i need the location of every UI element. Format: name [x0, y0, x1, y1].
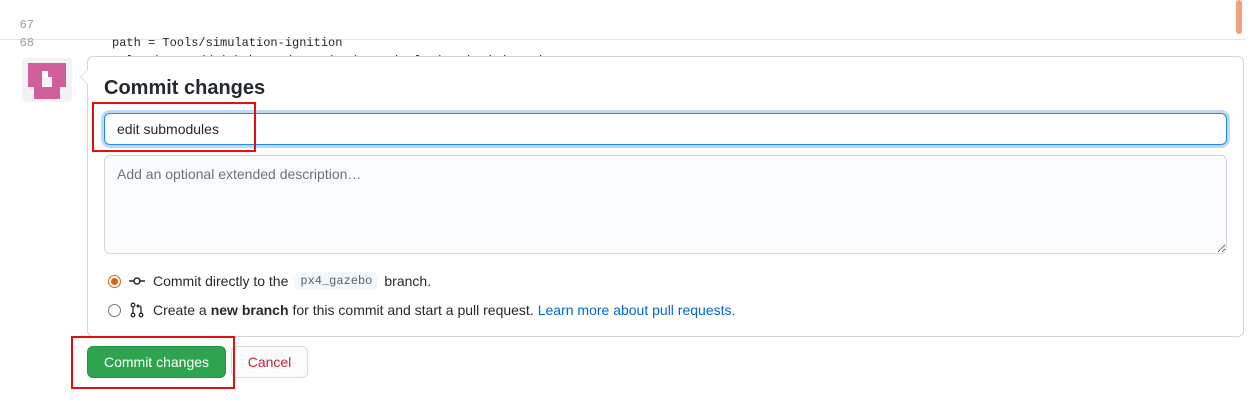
line-number: 68	[19, 36, 34, 50]
new-branch-radio[interactable]	[108, 303, 121, 317]
cancel-button[interactable]: Cancel	[231, 346, 308, 378]
commit-description-input[interactable]	[104, 155, 1227, 254]
commit-direct-label: Commit directly to the	[153, 273, 289, 289]
avatar[interactable]	[22, 58, 72, 102]
branch-name: px4_gazebo	[294, 272, 379, 290]
git-commit-icon	[129, 277, 145, 285]
code-line: 68 url = https://github.com/Auterion/px4…	[0, 16, 1230, 68]
new-branch-option[interactable]: Create a new branch for this commit and …	[108, 300, 735, 320]
new-branch-bold: new branch	[210, 302, 289, 318]
code-preview: 67 path = Tools/simulation-ignition 68 u…	[0, 0, 1245, 68]
commit-changes-button[interactable]: Commit changes	[87, 346, 226, 378]
commit-form-title: Commit changes	[104, 77, 266, 99]
learn-more-link[interactable]: Learn more about pull requests.	[538, 302, 736, 318]
git-pull-request-icon	[130, 302, 144, 318]
scrollbar-thumb[interactable]	[1236, 0, 1242, 34]
commit-direct-option[interactable]: Commit directly to the px4_gazebo branch…	[108, 271, 431, 291]
commit-summary-input[interactable]	[104, 113, 1227, 145]
commit-direct-radio[interactable]	[108, 274, 121, 288]
code-line: 67 path = Tools/simulation-ignition	[0, 0, 1230, 50]
new-branch-suffix: for this commit and start a pull request…	[292, 302, 534, 318]
commit-direct-suffix: branch.	[384, 273, 432, 289]
code-text: path = Tools/simulation-ignition	[112, 36, 343, 50]
new-branch-prefix: Create a	[153, 302, 207, 318]
